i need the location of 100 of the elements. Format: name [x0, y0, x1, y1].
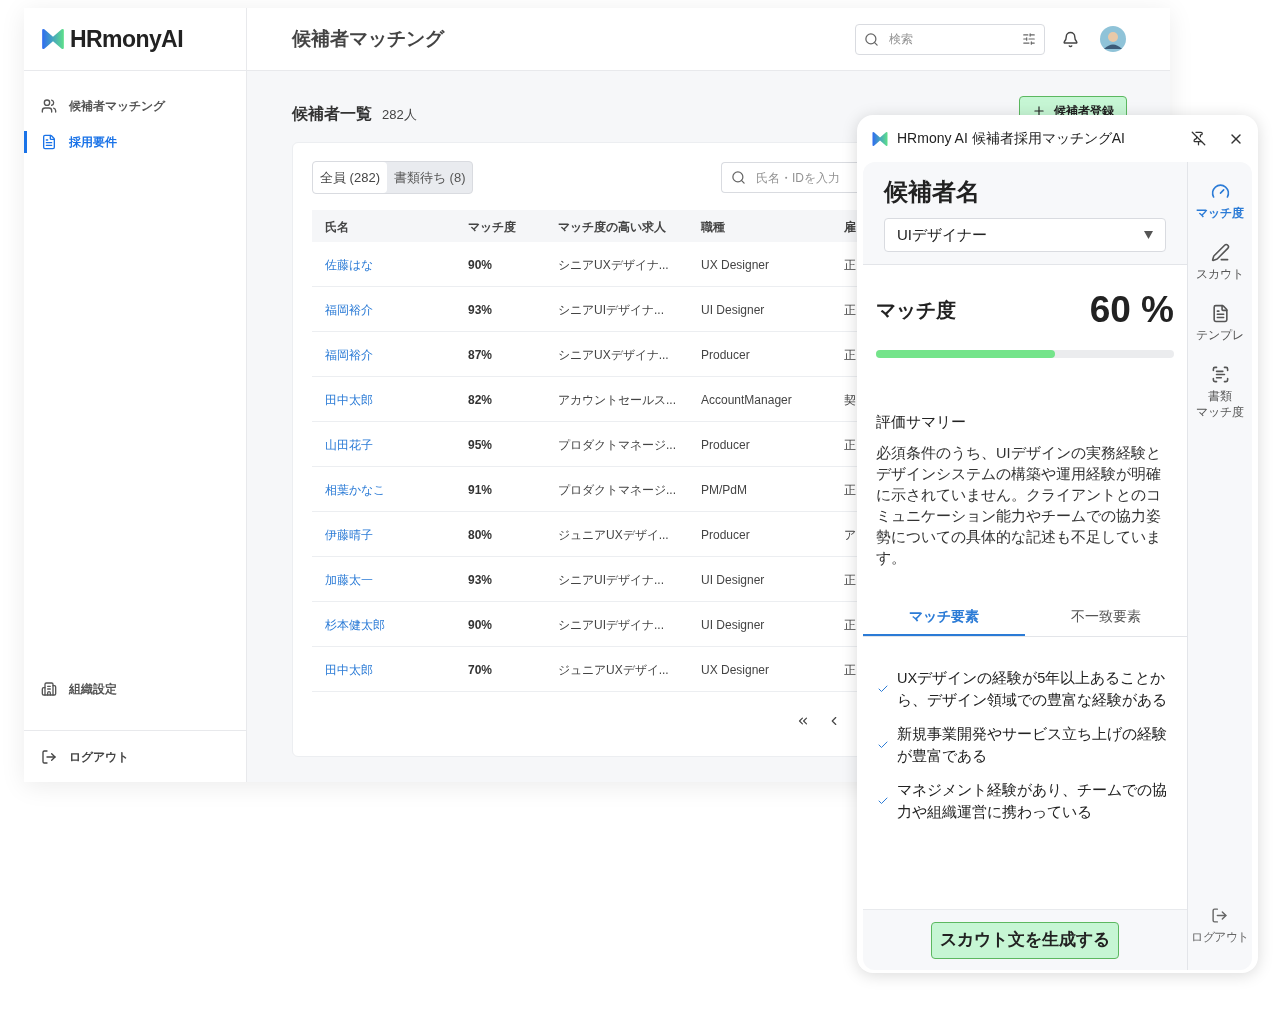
table-cell: ジュニアUXデザイ... — [558, 663, 669, 677]
logo-icon — [40, 26, 66, 52]
search-field[interactable]: 検索 — [855, 23, 1045, 55]
filter-tab[interactable]: 書類待ち (8) — [386, 162, 473, 193]
candidate-name-link[interactable]: 山田花子 — [325, 438, 373, 452]
rail-label: スカウト — [1196, 266, 1244, 282]
filter-tab[interactable]: 全員 (282) — [313, 162, 387, 193]
table-cell: 82% — [468, 393, 493, 407]
users-icon — [41, 98, 57, 114]
search-icon — [731, 170, 746, 185]
gauge-icon — [1210, 182, 1230, 201]
candidate-name-link[interactable]: 福岡裕介 — [325, 303, 373, 317]
column-header: マッチ度 — [468, 220, 516, 234]
rail-item[interactable]: 書類 マッチ度 — [1196, 365, 1244, 420]
table-cell: UI Designer — [701, 573, 765, 587]
column-header: 雇 — [844, 220, 856, 234]
app-logo: HRmonyAI — [70, 24, 183, 54]
table-cell: アカウントセールス... — [558, 393, 676, 407]
match-item: 新規事業開発やサービス立ち上げの経験が豊富である — [897, 724, 1168, 766]
table-cell: 契 — [844, 393, 856, 407]
table-cell: 91% — [468, 483, 493, 497]
search-icon — [864, 31, 879, 47]
page-title: 候補者マッチング — [292, 26, 444, 51]
column-header: 氏名 — [325, 220, 349, 234]
table-cell: シニアUIデザイナ... — [558, 573, 664, 587]
logout-icon — [1211, 907, 1229, 924]
table-cell: Producer — [701, 528, 750, 542]
pen-icon — [1210, 243, 1230, 262]
rail-item[interactable]: スカウト — [1196, 243, 1244, 282]
filter-icon[interactable] — [1022, 31, 1036, 46]
rail-label: 書類 — [1208, 388, 1232, 404]
logout-link[interactable]: ログアウト — [24, 730, 246, 782]
table-cell: PM/PdM — [701, 483, 747, 497]
table-cell: UI Designer — [701, 303, 765, 317]
rail-logout[interactable]: ログアウト — [1191, 907, 1249, 946]
table-cell: UI Designer — [701, 618, 765, 632]
candidate-name-link[interactable]: 佐藤はな — [325, 258, 373, 272]
table-cell: 正 — [844, 438, 856, 452]
table-cell: 90% — [468, 258, 493, 272]
table-cell: AccountManager — [701, 393, 792, 407]
match-item: マネジメント経験があり、チームでの協力や組織運営に携わっている — [897, 780, 1168, 822]
rail-label: マッチ度 — [1196, 205, 1244, 221]
match-label: マッチ度 — [876, 297, 956, 323]
candidate-name-link[interactable]: 加藤太一 — [325, 573, 373, 587]
table-cell: 90% — [468, 618, 493, 632]
table-cell: 95% — [468, 438, 493, 452]
table-cell: 正 — [844, 483, 856, 497]
job-select[interactable]: UIデザイナー — [884, 218, 1166, 252]
document-icon — [1210, 304, 1230, 323]
rail-item[interactable]: テンプレ — [1196, 304, 1244, 343]
logo-icon — [871, 129, 889, 148]
table-cell: 93% — [468, 573, 493, 587]
column-header: マッチ度の高い求人 — [558, 220, 666, 234]
table-cell: 80% — [468, 528, 493, 542]
notification-icon[interactable] — [1062, 30, 1079, 48]
scan-document-icon — [1210, 365, 1230, 384]
panel-tab[interactable]: 不一致要素 — [1025, 598, 1187, 636]
table-cell: 正 — [844, 258, 856, 272]
sidebar-item[interactable]: 組織設定 — [24, 678, 246, 700]
summary-text: 必須条件のうち、UIデザインの実務経験とデザインシステムの構築や運用経験が明確に示されていません。クライアントとのコミュニケーション能力やチームでの協力姿勢についての具体的な記述も不足しています。 — [875, 443, 1162, 568]
table-cell: UX Designer — [701, 258, 770, 272]
first-page-icon[interactable] — [796, 714, 810, 728]
table-cell: シニアUXデザイナ... — [558, 258, 669, 272]
candidate-name-link[interactable]: 伊藤晴子 — [325, 528, 373, 542]
building-icon — [41, 681, 57, 697]
candidate-heading: 候補者名 — [884, 177, 981, 207]
generate-scout-button[interactable]: スカウト文を生成する — [931, 921, 1119, 959]
rail-label: テンプレ — [1196, 327, 1244, 343]
candidate-name-link[interactable]: 杉本健太郎 — [325, 618, 385, 632]
candidate-name-link[interactable]: 田中太郎 — [325, 393, 373, 407]
table-cell: 93% — [468, 303, 493, 317]
candidate-name-link[interactable]: 相葉かなこ — [325, 483, 385, 497]
name-search-field[interactable]: 氏名・IDを入力 — [721, 162, 857, 193]
plus-icon — [1032, 104, 1046, 118]
panel-tab[interactable]: マッチ要素 — [863, 598, 1025, 636]
table-cell: UX Designer — [701, 663, 770, 677]
table-cell: 正 — [844, 573, 856, 587]
candidate-count: 282人 — [382, 106, 417, 124]
table-cell: ジュニアUXデザイ... — [558, 528, 669, 542]
unpin-icon[interactable] — [1191, 131, 1206, 146]
table-cell: 正 — [844, 348, 856, 362]
table-cell: Producer — [701, 438, 750, 452]
table-cell: プロダクトマネージ... — [558, 438, 676, 452]
rail-label: マッチ度 — [1196, 404, 1244, 420]
column-header: 職種 — [701, 220, 725, 234]
candidate-name-link[interactable]: 田中太郎 — [325, 663, 373, 677]
logout-icon — [41, 748, 57, 765]
sidebar-item[interactable]: 候補者マッチング — [24, 95, 246, 117]
summary-title: 評価サマリー — [875, 412, 967, 432]
table-cell: シニアUIデザイナ... — [558, 303, 664, 317]
table-cell: 正 — [844, 303, 856, 317]
table-cell: 87% — [468, 348, 493, 362]
table-cell: ア — [844, 528, 856, 542]
avatar[interactable] — [1100, 26, 1126, 52]
document-icon — [41, 134, 57, 150]
table-cell: 正 — [844, 663, 856, 677]
rail-item[interactable]: マッチ度 — [1196, 182, 1244, 221]
table-cell: 70% — [468, 663, 493, 677]
candidate-name-link[interactable]: 福岡裕介 — [325, 348, 373, 362]
dropdown-icon — [1144, 231, 1153, 239]
